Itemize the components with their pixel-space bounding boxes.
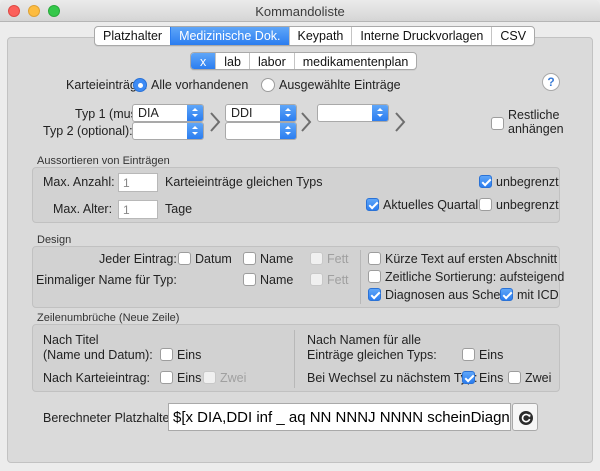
typ2-combo-col1[interactable] bbox=[132, 122, 204, 140]
subtab-labor[interactable]: labor bbox=[248, 53, 294, 69]
chevron-updown-icon bbox=[372, 105, 388, 121]
typ2-label: Typ 2 (optional): bbox=[43, 124, 133, 138]
tab-keypath[interactable]: Keypath bbox=[288, 27, 352, 45]
mit-icd-checkbox[interactable] bbox=[500, 288, 513, 301]
name-jeder-checkbox[interactable] bbox=[243, 252, 256, 265]
nach-kartei-eins-checkbox[interactable] bbox=[160, 371, 173, 384]
jeder-eintrag-label: Jeder Eintrag: bbox=[99, 252, 177, 266]
zeitliche-sortierung-checkbox[interactable] bbox=[368, 270, 381, 283]
nach-titel-label-line1: Nach Titel bbox=[43, 333, 99, 347]
fett-jeder-label: Fett bbox=[327, 252, 349, 266]
design-section-title: Design bbox=[37, 234, 72, 246]
kuerze-text-checkbox[interactable] bbox=[368, 252, 381, 265]
name-einmalig-label[interactable]: Name bbox=[260, 273, 293, 287]
zeilen-separator bbox=[294, 330, 295, 388]
aktuelles-quartal-label[interactable]: Aktuelles Quartal bbox=[383, 198, 478, 212]
unbegrenzt-anzahl-checkbox[interactable] bbox=[479, 175, 492, 188]
unbegrenzt-alter-checkbox[interactable] bbox=[479, 198, 492, 211]
typ1-combo-col3[interactable] bbox=[317, 104, 389, 122]
name-einmalig-checkbox[interactable] bbox=[243, 273, 256, 286]
max-alter-suffix: Tage bbox=[165, 202, 193, 216]
unbegrenzt-anzahl-label[interactable]: unbegrenzt bbox=[496, 175, 559, 189]
name-jeder-label[interactable]: Name bbox=[260, 252, 293, 266]
fett-einmalig-checkbox[interactable] bbox=[310, 273, 323, 286]
chevron-right-icon bbox=[300, 111, 312, 133]
nach-kartei-zwei-label: Zwei bbox=[220, 371, 247, 385]
sub-tab-bar: x lab labor medikamentenplan bbox=[190, 52, 418, 70]
title-bar: Kommandoliste bbox=[0, 0, 600, 22]
subtab-x[interactable]: x bbox=[191, 53, 216, 69]
bei-wechsel-zwei-label[interactable]: Zwei bbox=[525, 371, 551, 385]
tab-medizinische-dok[interactable]: Medizinische Dok. bbox=[170, 27, 289, 45]
nach-namen-label-line1: Nach Namen für alle bbox=[307, 333, 421, 347]
tab-csv[interactable]: CSV bbox=[491, 27, 534, 45]
app-window: Kommandoliste Platzhalter Medizinische D… bbox=[0, 0, 600, 471]
radio-alle-vorhandenen[interactable] bbox=[133, 78, 147, 92]
nach-namen-label-line2: Einträge gleichen Typs: bbox=[307, 348, 437, 362]
nach-karteieintrag-label: Nach Karteieintrag: bbox=[43, 371, 151, 385]
kuerze-text-label[interactable]: Kürze Text auf ersten Abschnitt bbox=[385, 252, 557, 266]
fett-einmalig-label: Fett bbox=[327, 273, 349, 287]
fett-jeder-checkbox[interactable] bbox=[310, 252, 323, 265]
radio-alle-vorhandenen-label[interactable]: Alle vorhandenen bbox=[151, 78, 248, 92]
nach-titel-eins-label[interactable]: Eins bbox=[177, 348, 201, 362]
subtab-medikamentenplan[interactable]: medikamentenplan bbox=[293, 53, 417, 69]
max-anzahl-input[interactable]: 1 bbox=[118, 173, 158, 192]
bei-wechsel-zwei-checkbox[interactable] bbox=[508, 371, 521, 384]
design-separator bbox=[360, 250, 361, 304]
nach-namen-eins-checkbox[interactable] bbox=[462, 348, 475, 361]
nach-kartei-zwei-checkbox[interactable] bbox=[203, 371, 216, 384]
bei-wechsel-eins-label[interactable]: Eins bbox=[479, 371, 503, 385]
bei-wechsel-label: Bei Wechsel zu nächstem Typ: bbox=[307, 371, 478, 385]
datum-label[interactable]: Datum bbox=[195, 252, 232, 266]
chevron-updown-icon bbox=[280, 105, 296, 121]
datum-checkbox[interactable] bbox=[178, 252, 191, 265]
max-alter-label: Max. Alter: bbox=[53, 202, 113, 216]
berechneter-platzhalter-field[interactable]: $[x DIA,DDI inf _ aq NN NNNJ NNNN schein… bbox=[168, 403, 511, 431]
restliche-anhaengen-checkbox[interactable] bbox=[491, 117, 504, 130]
refresh-button[interactable] bbox=[512, 403, 538, 431]
max-alter-input[interactable]: 1 bbox=[118, 200, 158, 219]
nach-namen-eins-label[interactable]: Eins bbox=[479, 348, 503, 362]
tab-platzhalter[interactable]: Platzhalter bbox=[95, 27, 170, 45]
chevron-updown-icon bbox=[187, 105, 203, 121]
max-anzahl-label: Max. Anzahl: bbox=[43, 175, 115, 189]
chevron-updown-icon bbox=[280, 123, 296, 139]
nach-kartei-eins-label[interactable]: Eins bbox=[177, 371, 201, 385]
mit-icd-label[interactable]: mit ICD bbox=[517, 288, 559, 302]
max-anzahl-suffix: Karteieinträge gleichen Typs bbox=[165, 175, 323, 189]
zeitliche-sortierung-label[interactable]: Zeitliche Sortierung: aufsteigend bbox=[385, 270, 564, 284]
subtab-lab[interactable]: lab bbox=[215, 53, 249, 69]
aktuelles-quartal-checkbox[interactable] bbox=[366, 198, 379, 211]
berechneter-platzhalter-label: Berechneter Platzhalter: bbox=[43, 411, 178, 425]
chevron-updown-icon bbox=[187, 123, 203, 139]
typ1-combo-col1[interactable]: DIA bbox=[132, 104, 204, 122]
chevron-right-icon bbox=[394, 111, 406, 133]
main-tab-bar: Platzhalter Medizinische Dok. Keypath In… bbox=[94, 26, 536, 46]
unbegrenzt-alter-label[interactable]: unbegrenzt bbox=[496, 198, 559, 212]
bei-wechsel-eins-checkbox[interactable] bbox=[462, 371, 475, 384]
radio-ausgewaehlte-eintraege[interactable] bbox=[261, 78, 275, 92]
window-title: Kommandoliste bbox=[255, 4, 345, 19]
refresh-icon bbox=[519, 411, 533, 425]
typ2-combo-col2[interactable] bbox=[225, 122, 297, 140]
zeilenumbrueche-section-title: Zeilenumbrüche (Neue Zeile) bbox=[37, 312, 180, 324]
aussortieren-section-title: Aussortieren von Einträgen bbox=[37, 155, 170, 167]
nach-titel-label-line2: (Name und Datum): bbox=[43, 348, 153, 362]
diagnosen-aus-schein-checkbox[interactable] bbox=[368, 288, 381, 301]
help-button[interactable]: ? bbox=[542, 73, 560, 91]
diagnosen-aus-schein-label[interactable]: Diagnosen aus Schein bbox=[385, 288, 510, 302]
einmaliger-name-label: Einmaliger Name für Typ: bbox=[36, 273, 177, 287]
tab-interne-druckvorlagen[interactable]: Interne Druckvorlagen bbox=[351, 27, 491, 45]
radio-ausgewaehlte-eintraege-label[interactable]: Ausgewählte Einträge bbox=[279, 78, 401, 92]
typ1-combo-col2[interactable]: DDI bbox=[225, 104, 297, 122]
restliche-anhaengen-label[interactable]: Restliche anhängen bbox=[508, 108, 564, 136]
chevron-right-icon bbox=[209, 111, 221, 133]
nach-titel-eins-checkbox[interactable] bbox=[160, 348, 173, 361]
